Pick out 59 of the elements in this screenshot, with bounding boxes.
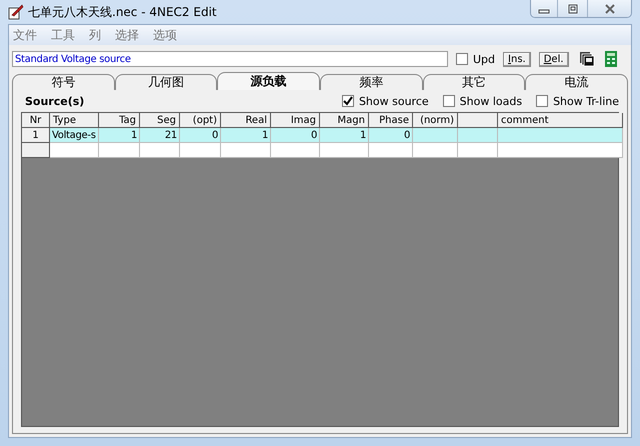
menu-item[interactable]: 列: [89, 26, 101, 44]
menu-item[interactable]: 选择: [115, 26, 139, 44]
checkbox[interactable]: [342, 95, 354, 107]
column-header[interactable]: Magn: [320, 113, 369, 128]
maximize-icon: [566, 4, 578, 14]
option-checkbox[interactable]: Show source: [342, 94, 429, 108]
column-header[interactable]: Seg: [140, 113, 180, 128]
column-header[interactable]: Type: [50, 113, 99, 128]
maximize-button[interactable]: [557, 0, 587, 17]
tab[interactable]: 频率: [320, 74, 423, 90]
table-cell: 0: [180, 128, 221, 143]
comment-field[interactable]: Standard Voltage source: [12, 51, 448, 67]
window-title: 七单元八木天线.nec - 4NEC2 Edit: [28, 4, 217, 20]
checkbox-label: Show source: [358, 94, 429, 108]
table-cell: 1: [320, 128, 369, 143]
column-header[interactable]: Tag: [99, 113, 140, 128]
tab[interactable]: 其它: [422, 74, 526, 90]
column-header[interactable]: (opt): [180, 113, 221, 128]
pen-document-icon: [8, 4, 24, 20]
checkbox[interactable]: [536, 95, 548, 107]
table-cell: 1: [99, 128, 140, 143]
table-cell: Voltage-s: [50, 128, 99, 143]
menu-item[interactable]: 文件: [13, 26, 37, 44]
table-cell: 0: [369, 128, 413, 143]
option-checkbox[interactable]: Show loads: [442, 94, 522, 108]
tab[interactable]: 符号: [12, 74, 115, 90]
column-header[interactable]: Real: [221, 113, 271, 128]
upd-checkbox[interactable]: Upd: [456, 52, 496, 66]
column-header[interactable]: (norm): [413, 113, 458, 128]
close-button[interactable]: [587, 0, 631, 17]
table-cell: [413, 128, 458, 143]
table-cell: 0: [271, 128, 320, 143]
section-title: Source(s): [25, 94, 84, 108]
table-cell: 1: [221, 128, 271, 143]
column-header[interactable]: comment: [498, 113, 623, 128]
column-header[interactable]: Phase: [369, 113, 413, 128]
column-header[interactable]: Imag: [271, 113, 320, 128]
stacked-pages-icon[interactable]: [578, 51, 595, 67]
column-header[interactable]: Nr: [22, 113, 50, 128]
table-cell: [458, 128, 498, 143]
table-cell: 21: [140, 128, 180, 143]
checkbox[interactable]: [456, 53, 468, 65]
checkbox-label: Show Tr-line: [553, 94, 619, 108]
calculator-icon[interactable]: [604, 51, 617, 67]
minimize-button[interactable]: [531, 0, 557, 17]
row-header[interactable]: 1: [22, 128, 50, 143]
checkbox-label: Show loads: [460, 94, 522, 108]
close-icon: [604, 4, 616, 14]
column-header[interactable]: [458, 113, 498, 128]
tab[interactable]: 源负载: [217, 72, 320, 90]
toolbar-button[interactable]: Del.: [538, 52, 569, 66]
checkbox[interactable]: [442, 95, 455, 107]
checkbox-label: Upd: [473, 52, 496, 66]
menu-item[interactable]: 选项: [153, 26, 177, 44]
tab[interactable]: 电流: [525, 74, 628, 90]
menu-item[interactable]: 工具: [51, 26, 75, 44]
option-checkbox[interactable]: Show Tr-line: [536, 94, 619, 108]
tab[interactable]: 几何图: [114, 74, 218, 90]
toolbar-button[interactable]: Ins.: [503, 52, 531, 66]
